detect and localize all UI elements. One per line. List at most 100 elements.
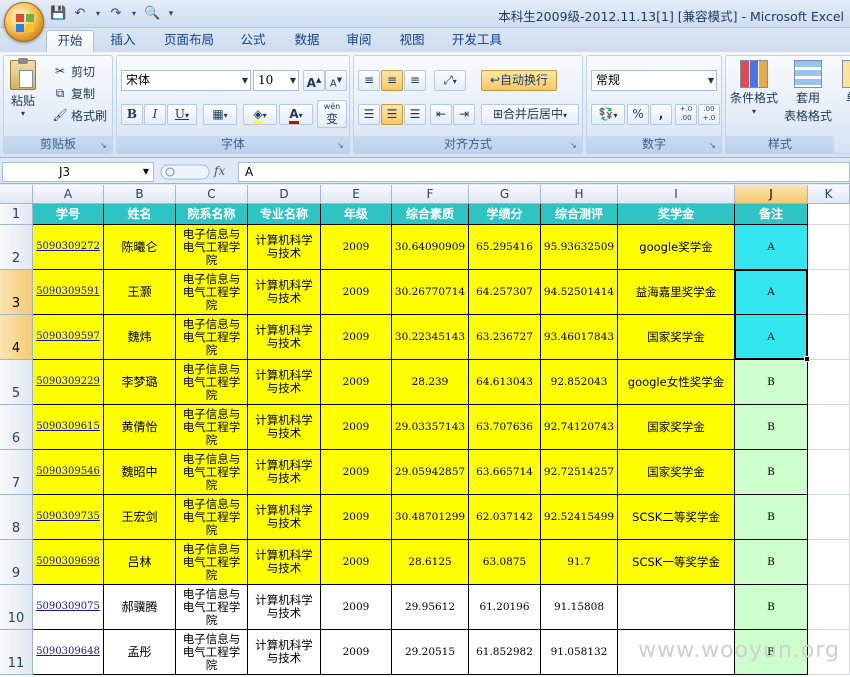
cell-k6[interactable] <box>808 405 850 450</box>
font-color-button[interactable]: A▾ <box>279 104 313 125</box>
cell-i4[interactable]: 国家奖学金 <box>618 315 735 360</box>
cell-a4[interactable]: 5090309597 <box>33 315 104 360</box>
orientation-button[interactable]: ⤢▾ <box>434 70 466 91</box>
paste-button[interactable]: 粘贴 ▾ <box>10 58 36 118</box>
cell-g5[interactable]: 64.613043 <box>469 360 541 405</box>
cell-e10[interactable]: 2009 <box>321 585 392 630</box>
row-header-7[interactable]: 7 <box>0 450 33 495</box>
cell-i8[interactable]: SCSK二等奖学金 <box>618 495 735 540</box>
cell-e4[interactable]: 2009 <box>321 315 392 360</box>
cell-i9[interactable]: SCSK一等奖学金 <box>618 540 735 585</box>
column-title-d[interactable]: 专业名称 <box>248 204 321 225</box>
column-header-k[interactable]: K <box>808 185 850 204</box>
format-painter-button[interactable]: 🖌 格式刷 <box>52 105 107 125</box>
cell-i7[interactable]: 国家奖学金 <box>618 450 735 495</box>
cell-b2[interactable]: 陈曦仑 <box>104 225 176 270</box>
undo-dropdown-icon[interactable]: ▾ <box>94 6 102 22</box>
formula-input[interactable]: A <box>238 162 850 182</box>
cell-b11[interactable]: 孟彤 <box>104 630 176 675</box>
cell-e6[interactable]: 2009 <box>321 405 392 450</box>
font-size-combo[interactable]: 10 ▼ <box>253 70 299 91</box>
column-title-j[interactable]: 备注 <box>735 204 808 225</box>
cell-d5[interactable]: 计算机科学与技术 <box>248 360 321 405</box>
cell-g6[interactable]: 63.707636 <box>469 405 541 450</box>
cell-b8[interactable]: 王宏剑 <box>104 495 176 540</box>
dialog-launcher-icon[interactable]: ↘ <box>100 141 109 150</box>
cell-c5[interactable]: 电子信息与电气工程学院 <box>176 360 248 405</box>
cut-button[interactable]: ✂ 剪切 <box>52 61 95 81</box>
cell-a11[interactable]: 5090309648 <box>33 630 104 675</box>
cell-f2[interactable]: 30.64090909 <box>392 225 469 270</box>
cell-a10[interactable]: 5090309075 <box>33 585 104 630</box>
cell-h5[interactable]: 92.852043 <box>541 360 618 405</box>
formula-bar-splitter-icon[interactable] <box>160 163 210 181</box>
redo-dropdown-icon[interactable]: ▾ <box>130 6 138 22</box>
cell-h6[interactable]: 92.74120743 <box>541 405 618 450</box>
cell-k4[interactable] <box>808 315 850 360</box>
cell-c3[interactable]: 电子信息与电气工程学院 <box>176 270 248 315</box>
cell-k10[interactable] <box>808 585 850 630</box>
cell-j2[interactable]: A <box>735 225 808 270</box>
cell-c7[interactable]: 电子信息与电气工程学院 <box>176 450 248 495</box>
column-title-a[interactable]: 学号 <box>33 204 104 225</box>
percent-button[interactable]: % <box>627 104 649 125</box>
cell-k8[interactable] <box>808 495 850 540</box>
cell-g9[interactable]: 63.0875 <box>469 540 541 585</box>
phonetic-guide-button[interactable]: wén 变 <box>317 100 347 128</box>
cell-e11[interactable]: 2009 <box>321 630 392 675</box>
cell-j7[interactable]: B <box>735 450 808 495</box>
cell-i2[interactable]: google奖学金 <box>618 225 735 270</box>
cell-h3[interactable]: 94.52501414 <box>541 270 618 315</box>
column-title-h[interactable]: 综合测评 <box>541 204 618 225</box>
undo-icon[interactable]: ↶ <box>72 6 88 22</box>
cell-c11[interactable]: 电子信息与电气工程学院 <box>176 630 248 675</box>
cell-c4[interactable]: 电子信息与电气工程学院 <box>176 315 248 360</box>
cell-i5[interactable]: google女性奖学金 <box>618 360 735 405</box>
comma-button[interactable]: , <box>650 104 672 125</box>
cell-a3[interactable]: 5090309591 <box>33 270 104 315</box>
dialog-launcher-icon[interactable]: ↘ <box>709 141 718 150</box>
tab-view[interactable]: 视图 <box>389 30 435 52</box>
column-title-g[interactable]: 学绩分 <box>469 204 541 225</box>
cell-d7[interactable]: 计算机科学与技术 <box>248 450 321 495</box>
cell-g7[interactable]: 63.665714 <box>469 450 541 495</box>
cell-b5[interactable]: 李梦璐 <box>104 360 176 405</box>
row-header-10[interactable]: 10 <box>0 585 33 630</box>
save-icon[interactable]: 💾 <box>50 6 66 22</box>
cell-f10[interactable]: 29.95612 <box>392 585 469 630</box>
cell-k7[interactable] <box>808 450 850 495</box>
cell-a2[interactable]: 5090309272 <box>33 225 104 270</box>
customize-qat-icon[interactable]: ▾ <box>166 6 176 22</box>
column-title-c[interactable]: 院系名称 <box>176 204 248 225</box>
cell-h7[interactable]: 92.72514257 <box>541 450 618 495</box>
row-header-11[interactable]: 11 <box>0 630 33 675</box>
cell-g8[interactable]: 62.037142 <box>469 495 541 540</box>
tab-formulas[interactable]: 公式 <box>230 30 276 52</box>
italic-button[interactable]: I <box>144 104 166 125</box>
tab-developer[interactable]: 开发工具 <box>442 30 512 52</box>
column-title-i[interactable]: 奖学金 <box>618 204 735 225</box>
column-header-f[interactable]: F <box>392 185 469 204</box>
cell-j9[interactable]: B <box>735 540 808 585</box>
format-as-table-button[interactable]: 套用 表格格式 <box>784 60 832 132</box>
column-header-g[interactable]: G <box>469 185 541 204</box>
column-header-c[interactable]: C <box>176 185 248 204</box>
bold-button[interactable]: B <box>121 104 143 125</box>
column-header-b[interactable]: B <box>104 185 176 204</box>
align-right-button[interactable]: ☰ <box>404 104 426 125</box>
cell-c2[interactable]: 电子信息与电气工程学院 <box>176 225 248 270</box>
cell-b6[interactable]: 黄倩怡 <box>104 405 176 450</box>
align-center-button[interactable]: ☰ <box>381 104 403 125</box>
cell-c8[interactable]: 电子信息与电气工程学院 <box>176 495 248 540</box>
cell-h11[interactable]: 91.058132 <box>541 630 618 675</box>
decrease-decimal-button[interactable]: .00 +.0 <box>698 104 720 125</box>
cell-f8[interactable]: 30.48701299 <box>392 495 469 540</box>
cell-d9[interactable]: 计算机科学与技术 <box>248 540 321 585</box>
decrease-indent-button[interactable]: ⇤ <box>430 104 452 125</box>
row-header-6[interactable]: 6 <box>0 405 33 450</box>
tab-data[interactable]: 数据 <box>284 30 330 52</box>
cell-styles-button[interactable]: 单 <box>842 60 850 132</box>
cell-f6[interactable]: 29.03357143 <box>392 405 469 450</box>
cell-g10[interactable]: 61.20196 <box>469 585 541 630</box>
cell-j3[interactable]: A <box>735 270 808 315</box>
